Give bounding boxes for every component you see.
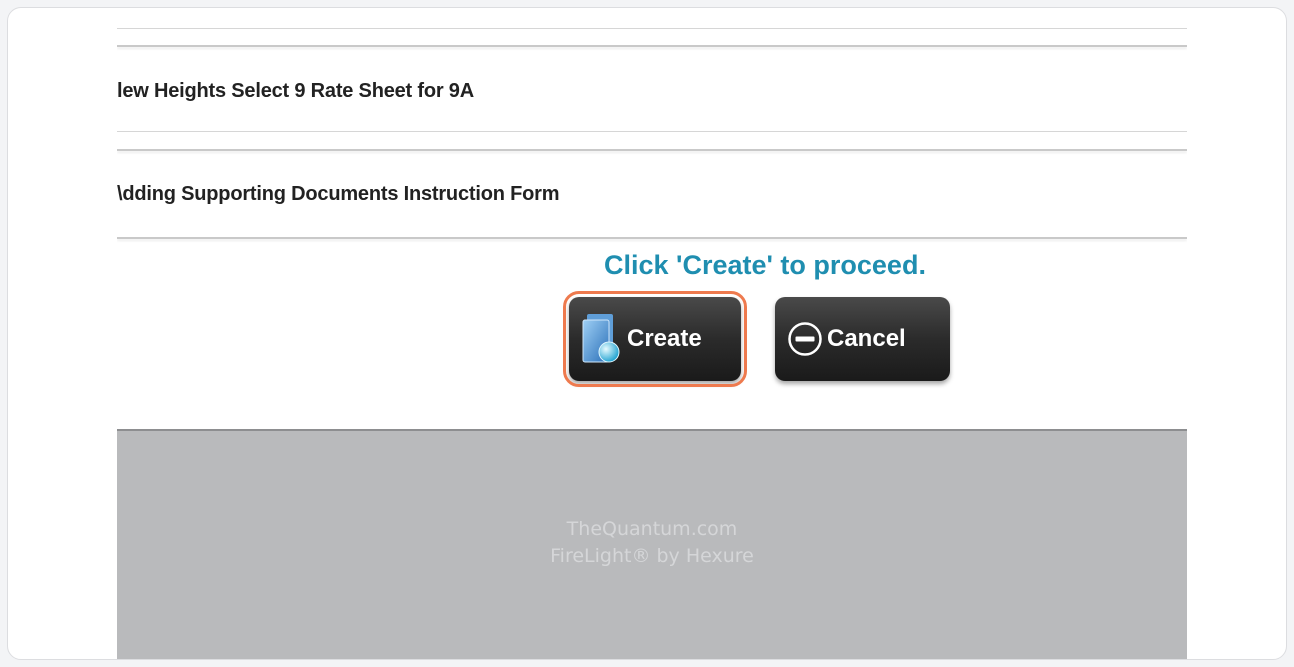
- row-divider: [117, 131, 1187, 132]
- document-row-supporting-docs[interactable]: \dding Supporting Documents Instruction …: [117, 183, 1187, 206]
- document-title: \dding Supporting Documents Instruction …: [117, 183, 560, 205]
- create-button[interactable]: Create: [563, 291, 747, 387]
- document-title: lew Heights Select 9 Rate Sheet for 9A: [117, 80, 474, 102]
- row-divider: [117, 149, 1187, 151]
- row-divider: [117, 45, 1187, 47]
- page-viewport: lew Heights Select 9 Rate Sheet for 9A \…: [117, 8, 1187, 659]
- create-instruction-text: Click 'Create' to proceed.: [604, 250, 926, 280]
- create-button-label: Create: [627, 325, 702, 352]
- cancel-button-label: Cancel: [827, 325, 906, 352]
- document-globe-icon: [581, 312, 623, 366]
- footer-product-credit: FireLight® by Hexure: [550, 545, 754, 567]
- footer-site-name: TheQuantum.com: [566, 518, 738, 540]
- row-divider-top: [117, 28, 1187, 29]
- minus-circle-icon: [787, 321, 823, 357]
- screenshot-frame: lew Heights Select 9 Rate Sheet for 9A \…: [7, 7, 1287, 660]
- row-divider: [117, 237, 1187, 239]
- cancel-button[interactable]: Cancel: [775, 297, 950, 381]
- page-footer: TheQuantum.com FireLight® by Hexure: [117, 429, 1187, 659]
- document-row-rate-sheet[interactable]: lew Heights Select 9 Rate Sheet for 9A: [117, 80, 1187, 103]
